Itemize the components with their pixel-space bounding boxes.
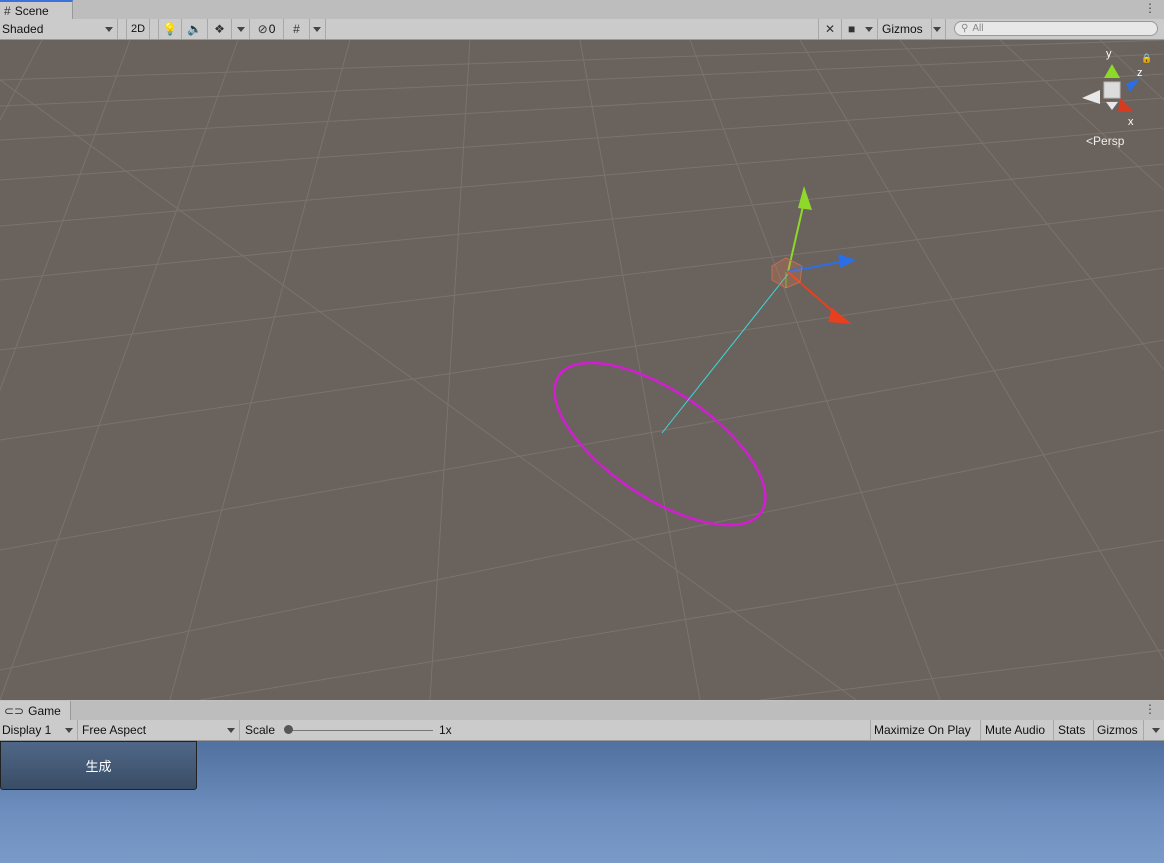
toggle-2d-button[interactable]: 2D <box>126 19 150 39</box>
generate-button-label: 生成 <box>85 759 112 774</box>
game-tab-bar: ⊂⊃ Game ⋮ <box>0 701 1164 721</box>
audio-toggle[interactable]: 🔈 <box>182 19 208 39</box>
ground-grid <box>0 40 1164 700</box>
scale-slider-track[interactable] <box>287 730 433 731</box>
search-icon: ⚲ <box>961 23 969 34</box>
gizmo-center-handle[interactable] <box>771 257 803 289</box>
lightbulb-icon: 💡 <box>162 22 178 36</box>
scene-more-icon[interactable]: ⋮ <box>1144 1 1156 15</box>
chevron-down-icon <box>1152 728 1160 733</box>
chevron-down-icon <box>227 728 235 733</box>
grid-icon: # <box>4 3 11 18</box>
tab-scene[interactable]: # Scene <box>0 0 73 19</box>
tools-button[interactable]: ✕ <box>818 19 842 39</box>
tab-game[interactable]: ⊂⊃ Game <box>0 701 71 720</box>
game-gizmos-dropdown[interactable] <box>1144 720 1164 740</box>
gizmo-z-arrow-icon[interactable] <box>838 254 856 268</box>
chevron-down-icon <box>237 27 245 32</box>
shading-mode-dropdown[interactable]: Shaded <box>0 19 118 39</box>
generate-button[interactable]: 生成 <box>0 741 197 790</box>
effects-dropdown[interactable] <box>232 19 250 39</box>
game-gizmos-label: Gizmos <box>1097 723 1138 737</box>
scene-search-input[interactable]: ⚲ All <box>954 21 1158 36</box>
chevron-down-icon <box>65 728 73 733</box>
gizmo-x-arrow-icon[interactable] <box>828 308 852 324</box>
stats-toggle[interactable]: Stats <box>1054 720 1094 740</box>
selection-circle <box>553 361 767 527</box>
scale-value: 1x <box>439 723 452 737</box>
scene-gizmos-dropdown[interactable] <box>932 19 946 39</box>
camera-dropdown[interactable]: ■ <box>842 19 878 39</box>
orient-negy-cone-icon[interactable] <box>1106 102 1118 110</box>
gamepad-icon: ⊂⊃ <box>4 703 25 718</box>
aspect-label: Free Aspect <box>82 723 147 737</box>
move-gizmo[interactable] <box>771 186 856 324</box>
orient-center-cube[interactable] <box>1103 81 1121 99</box>
orient-z-cone-icon[interactable] <box>1126 78 1140 92</box>
maximize-on-play-toggle[interactable]: Maximize On Play <box>870 720 981 740</box>
scene-toolbar: Shaded 2D 💡 🔈 ❖ ⊘ 0 # ✕ ■ Gizmos ⚲ All <box>0 19 1164 40</box>
toggle-2d-label: 2D <box>130 23 146 35</box>
hidden-count: 0 <box>268 22 276 36</box>
orient-negx-cone-icon[interactable] <box>1082 90 1100 104</box>
scale-slider-handle[interactable] <box>284 725 293 734</box>
scene-canvas[interactable]: y z x 🔒 <Persp <box>0 40 1164 700</box>
display-label: Display 1 <box>2 723 52 737</box>
orient-y-cone-icon[interactable] <box>1104 64 1120 78</box>
display-dropdown[interactable]: Display 1 <box>0 720 78 740</box>
orient-y-label: y <box>1106 48 1112 60</box>
scene-gizmos-button[interactable]: Gizmos <box>878 19 932 39</box>
camera-icon: ■ <box>848 22 856 36</box>
shading-mode-label: Shaded <box>2 22 44 36</box>
speaker-icon: 🔈 <box>187 22 202 36</box>
aspect-dropdown[interactable]: Free Aspect <box>78 720 240 740</box>
gizmo-y-arrow-icon[interactable] <box>798 186 812 210</box>
orient-x-label: x <box>1128 116 1134 128</box>
tab-game-label: Game <box>28 703 61 718</box>
mute-audio-toggle[interactable]: Mute Audio <box>981 720 1054 740</box>
effects-toggle[interactable]: ❖ <box>208 19 232 39</box>
scene-tab-bar: # Scene ⋮ <box>0 0 1164 20</box>
chevron-down-icon <box>933 27 941 32</box>
scale-control: Scale 1x <box>240 720 870 740</box>
scale-label: Scale <box>245 723 276 737</box>
lock-icon[interactable]: 🔒 <box>1141 53 1152 64</box>
game-viewport[interactable]: 生成 <box>0 741 1164 863</box>
grid-toggle[interactable]: # <box>284 19 310 39</box>
projection-label[interactable]: <Persp <box>1086 134 1125 148</box>
game-more-icon[interactable]: ⋮ <box>1144 702 1156 716</box>
layers-icon: ❖ <box>214 22 225 36</box>
tools-icon: ✕ <box>824 22 836 36</box>
game-gizmos-button[interactable]: Gizmos <box>1094 720 1144 740</box>
scene-gizmos-label: Gizmos <box>882 22 923 36</box>
chevron-down-icon <box>865 27 873 32</box>
search-placeholder: All <box>972 23 984 34</box>
chevron-down-icon <box>105 27 113 32</box>
maximize-label: Maximize On Play <box>874 723 971 737</box>
grid-snap-icon: # <box>293 22 300 36</box>
tab-scene-label: Scene <box>14 3 49 18</box>
orientation-gizmo[interactable] <box>1082 64 1140 112</box>
ray-line <box>661 273 789 434</box>
lighting-toggle[interactable]: 💡 <box>158 19 182 39</box>
eye-slash-icon: ⊘ <box>257 22 268 36</box>
mute-label: Mute Audio <box>985 723 1046 737</box>
chevron-down-icon <box>313 27 321 32</box>
grid-dropdown[interactable] <box>310 19 326 39</box>
scene-viewport[interactable]: y z x 🔒 <Persp <box>0 40 1164 700</box>
game-toolbar: Display 1 Free Aspect Scale 1x Maximize … <box>0 720 1164 741</box>
orient-z-label: z <box>1137 67 1143 79</box>
hidden-objects-toggle[interactable]: ⊘ 0 <box>250 19 284 39</box>
stats-label: Stats <box>1058 723 1086 737</box>
